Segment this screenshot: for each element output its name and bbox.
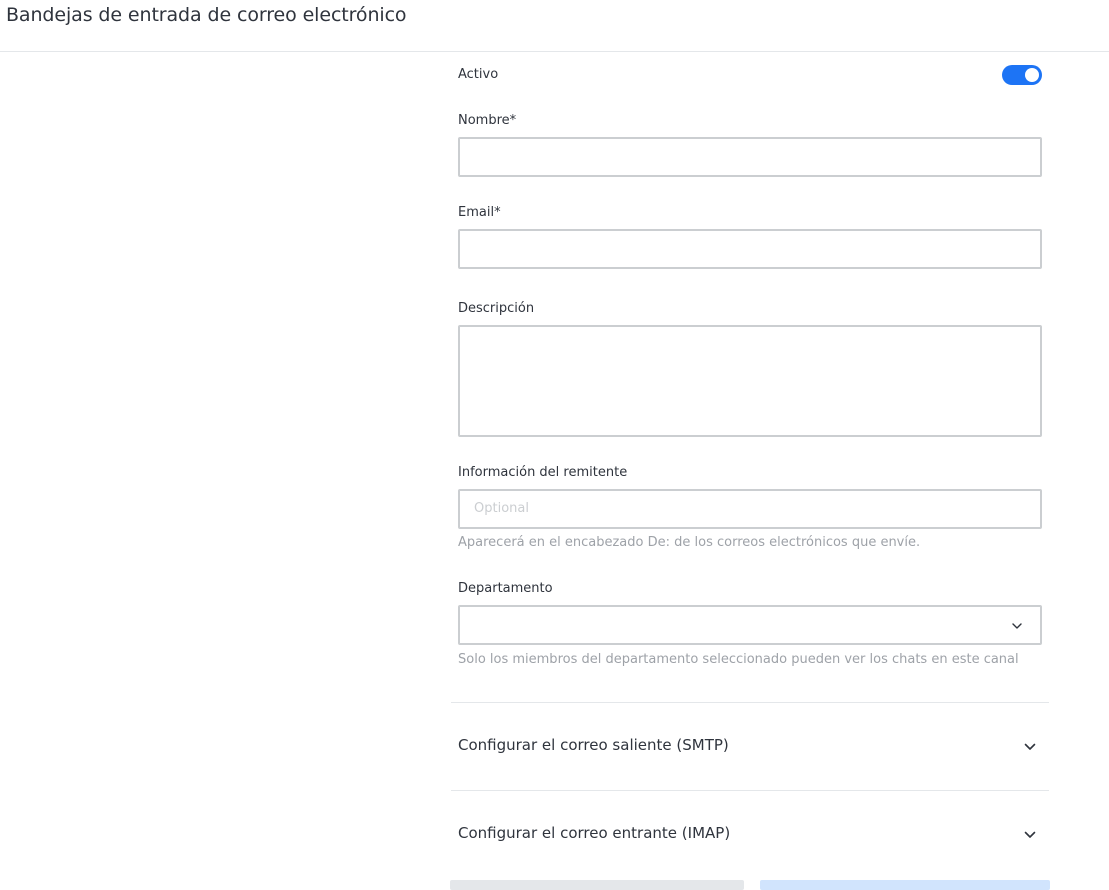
toggle-knob	[1025, 68, 1039, 82]
smtp-section-title: Configurar el correo saliente (SMTP)	[458, 736, 729, 754]
page-header: Bandejas de entrada de correo electrónic…	[0, 0, 1109, 52]
cancel-button[interactable]	[450, 880, 744, 890]
imap-section-title: Configurar el correo entrante (IMAP)	[458, 824, 731, 842]
sender-info-input[interactable]: Optional	[458, 489, 1042, 529]
description-label: Descripción	[458, 301, 535, 316]
sender-info-label: Información del remitente	[458, 465, 628, 480]
description-textarea[interactable]	[458, 325, 1042, 437]
imap-section[interactable]: Configurar el correo entrante (IMAP)	[451, 790, 1049, 878]
page-title: Bandejas de entrada de correo electrónic…	[6, 4, 407, 26]
chevron-down-icon	[1024, 743, 1036, 750]
department-label: Departamento	[458, 581, 553, 596]
sender-info-hint: Aparecerá en el encabezado De: de los co…	[458, 535, 921, 550]
name-label: Nombre*	[458, 113, 517, 128]
department-select[interactable]	[458, 605, 1042, 645]
active-toggle[interactable]	[1002, 65, 1042, 85]
chevron-down-icon	[1024, 831, 1036, 838]
email-label: Email*	[458, 205, 501, 220]
email-input[interactable]	[458, 229, 1042, 269]
department-hint: Solo los miembros del departamento selec…	[458, 652, 1019, 667]
active-label: Activo	[458, 67, 499, 82]
name-input[interactable]	[458, 137, 1042, 177]
smtp-section[interactable]: Configurar el correo saliente (SMTP)	[451, 702, 1049, 790]
save-button[interactable]	[760, 880, 1050, 890]
chevron-down-icon	[1012, 623, 1022, 629]
